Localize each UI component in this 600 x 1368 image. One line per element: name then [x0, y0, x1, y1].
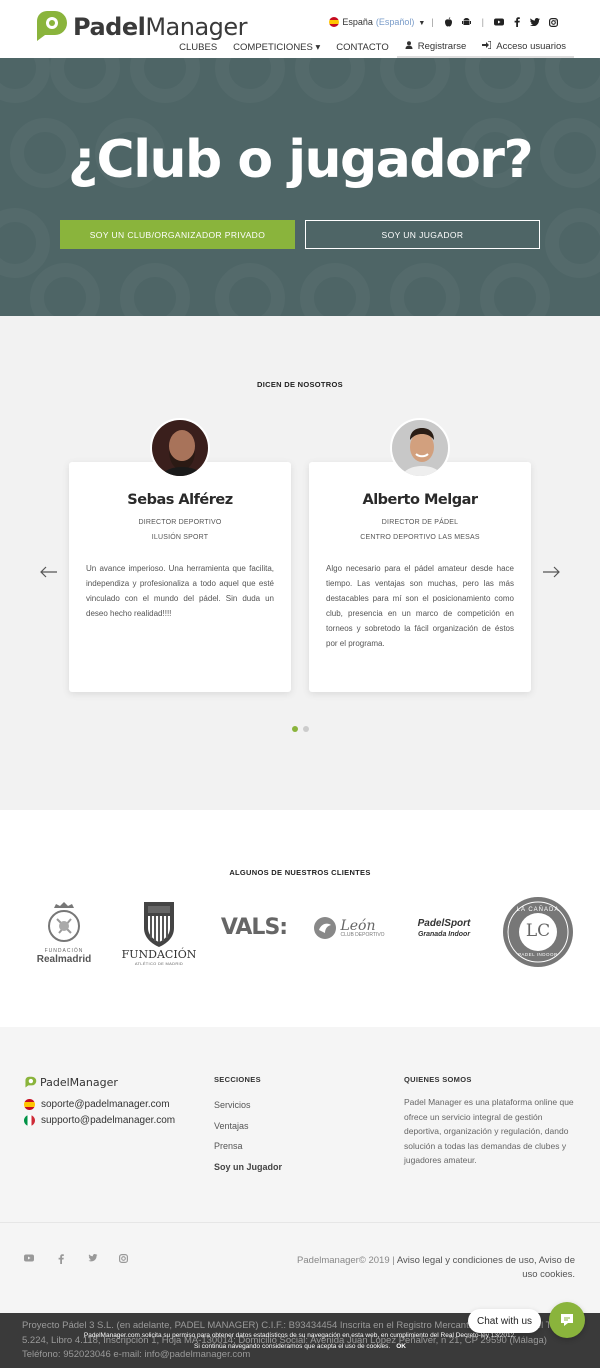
top-bar: España (Español) ▼ | |	[329, 17, 562, 27]
footer-link-prensa[interactable]: Prensa	[214, 1141, 243, 1151]
footer-about-text: Padel Manager es una plataforma online q…	[404, 1097, 574, 1165]
nav-contacto[interactable]: CONTACTO	[328, 36, 396, 58]
carousel-dots	[0, 726, 600, 732]
soy-jugador-button[interactable]: SOY UN JUGADOR	[305, 220, 540, 249]
carousel-prev-arrow-icon[interactable]	[40, 562, 58, 583]
logo-mark-icon	[25, 1076, 37, 1088]
footer-email-es[interactable]: soporte@padelmanager.com	[24, 1099, 170, 1110]
legal-notice-link[interactable]: Aviso legal y condiciones de uso, Aviso …	[397, 1255, 575, 1280]
sign-in-icon	[482, 40, 492, 51]
testimonial-role: DIRECTOR DE PÁDEL	[381, 519, 459, 526]
site-header: PadelManager España (Español) ▼ | | CLUBES…	[0, 0, 600, 58]
client-logo-vals: VALS:	[220, 914, 288, 940]
soy-club-button[interactable]: SOY UN CLUB/ORGANIZADOR PRIVADO	[60, 220, 295, 249]
client-logo-atletico: FUNDACIÓN ATLÉTICO DE MADRID	[120, 894, 198, 970]
atletico-crest-icon	[144, 902, 174, 947]
footer-link-soy-jugador[interactable]: Soy un Jugador	[214, 1162, 282, 1172]
cookie-text-2: Si continúa navegando consideramos que a…	[194, 1343, 391, 1350]
chat-label[interactable]: Chat with us	[468, 1309, 541, 1333]
footer-copyright: Padelmanager© 2019 | Aviso legal y condi…	[297, 1255, 575, 1280]
facebook-icon[interactable]	[512, 17, 522, 27]
chat-button[interactable]	[549, 1302, 585, 1338]
testimonial-quote: Algo necesario para el pádel amateur des…	[326, 564, 514, 648]
site-footer: PadelManager soporte@padelmanager.com su…	[0, 1027, 600, 1313]
footer-divider	[0, 1222, 600, 1223]
avatar	[390, 418, 450, 478]
leon-emblem-icon	[314, 917, 337, 939]
carousel-next-arrow-icon[interactable]	[542, 562, 560, 583]
client-logo-real-madrid: FUNDACIÓN Realmadrid	[30, 896, 98, 968]
cookie-notice: PadelManager.com solicita su permiso par…	[0, 1330, 600, 1358]
nav-clubes[interactable]: CLUBES	[171, 36, 225, 58]
twitter-icon[interactable]	[530, 17, 540, 27]
testimonial-name: Sebas Alférez	[127, 492, 233, 508]
client-logo-leon: León CLUB DEPORTIVO	[308, 912, 390, 944]
footer-link-servicios[interactable]: Servicios	[214, 1100, 251, 1110]
footer-twitter-icon[interactable]	[88, 1254, 98, 1265]
carousel-dot-1[interactable]	[291, 726, 298, 732]
language-selector[interactable]: España (Español) ▼	[342, 17, 425, 27]
nav-competiciones[interactable]: COMPETICIONES ▾	[225, 36, 328, 58]
testimonial-quote: Un avance imperioso. Una herramienta que…	[86, 564, 274, 618]
cookie-ok-button[interactable]: OK	[396, 1343, 406, 1350]
testimonials-title: DICEN DE NOSOTROS	[257, 380, 343, 389]
apple-icon[interactable]	[444, 17, 454, 27]
hero-section: ¿Club o jugador? SOY UN CLUB/ORGANIZADOR…	[0, 58, 600, 316]
italy-flag-icon	[24, 1115, 35, 1126]
footer-link-ventajas[interactable]: Ventajas	[214, 1121, 249, 1131]
spain-flag-icon	[329, 17, 340, 27]
android-icon[interactable]	[462, 17, 472, 27]
footer-logo[interactable]: PadelManager	[24, 1076, 118, 1089]
testimonial-role: DIRECTOR DEPORTIVO	[138, 519, 222, 526]
client-logo-padelsport: PadelSport Granada Indoor	[417, 917, 471, 938]
spain-flag-icon	[24, 1099, 35, 1110]
testimonials-section: DICEN DE NOSOTROS Sebas Alférez DIRECTOR…	[0, 316, 600, 810]
user-icon	[405, 41, 413, 51]
client-logo-la-canada: LA CAÑADA LC PADEL INDOOR	[500, 894, 576, 970]
avatar	[150, 418, 210, 478]
footer-youtube-icon[interactable]	[24, 1254, 34, 1265]
footer-instagram-icon[interactable]	[119, 1254, 129, 1266]
main-nav: CLUBES COMPETICIONES ▾ CONTACTO Registra…	[171, 36, 574, 58]
clients-section: ALGUNOS DE NUESTROS CLIENTES FUNDACIÓN R…	[0, 810, 600, 1027]
testimonial-name: Alberto Melgar	[362, 492, 478, 508]
footer-facebook-icon[interactable]	[58, 1254, 64, 1267]
footer-sections-title: SECCIONES	[214, 1075, 261, 1084]
chat-bubble-icon	[561, 1314, 573, 1326]
testimonial-card: Alberto Melgar DIRECTOR DE PÁDEL CENTRO …	[309, 462, 531, 692]
testimonial-org: CENTRO DEPORTIVO LAS MESAS	[360, 534, 480, 541]
clients-title: ALGUNOS DE NUESTROS CLIENTES	[229, 868, 371, 877]
footer-email-it[interactable]: supporto@padelmanager.com	[24, 1115, 175, 1126]
footer-about-title: QUIENES SOMOS	[404, 1075, 472, 1084]
carousel-dot-2[interactable]	[302, 726, 309, 732]
hero-title: ¿Club o jugador?	[67, 130, 534, 190]
youtube-icon[interactable]	[494, 17, 504, 27]
instagram-icon[interactable]	[548, 17, 558, 27]
testimonial-org: ILUSIÓN SPORT	[151, 534, 209, 541]
testimonial-card: Sebas Alférez DIRECTOR DEPORTIVO ILUSIÓN…	[69, 462, 291, 692]
nav-acceso-usuarios[interactable]: Acceso usuarios	[474, 36, 574, 58]
nav-registrarse[interactable]: Registrarse	[396, 36, 475, 58]
real-madrid-crest-icon	[48, 901, 80, 942]
logo-mark-icon	[33, 9, 69, 45]
